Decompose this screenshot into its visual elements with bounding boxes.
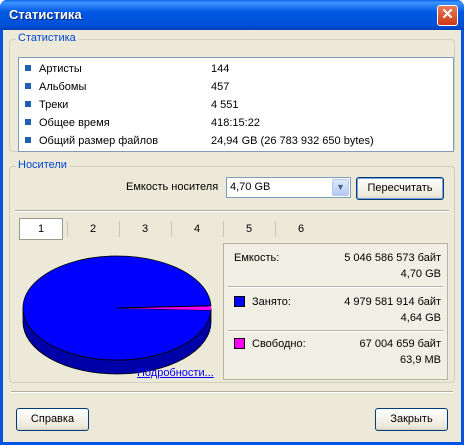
tab-disc-1[interactable]: 1	[19, 218, 63, 240]
statistics-list: Артисты 144 Альбомы 457 Треки 4 551 Обще…	[18, 57, 454, 152]
stat-value: 418:15:22	[211, 117, 260, 129]
used-bytes: 4 979 581 914 байт	[344, 296, 441, 308]
statistics-group: Статистика Артисты 144 Альбомы 457 Треки…	[9, 32, 455, 152]
free-label: Свободно:	[252, 338, 306, 350]
stat-row-total-time: Общее время 418:15:22	[25, 115, 449, 132]
stat-value: 144	[211, 63, 230, 75]
statistics-window: Статистика ✕ Статистика Артисты 144 Альб…	[0, 0, 464, 445]
stat-label: Общее время	[39, 117, 110, 129]
free-bytes: 67 004 659 байт	[359, 338, 441, 350]
tab-disc-3[interactable]: 3	[119, 217, 171, 241]
used-label: Занято:	[252, 296, 291, 308]
stat-row-total-size: Общий размер файлов 24,94 GB (26 783 932…	[25, 133, 449, 150]
disc-tabs: 1 2 3 4 5 6	[15, 217, 335, 241]
capacity-info-panel: Емкость: 5 046 586 573 байт 4,70 GB Заня…	[223, 243, 448, 380]
close-window-button[interactable]: ✕	[437, 5, 458, 26]
tab-disc-5[interactable]: 5	[223, 217, 275, 241]
stat-label: Треки	[39, 99, 69, 111]
free-color-swatch	[234, 338, 245, 349]
stat-value: 24,94 GB (26 783 932 650 bytes)	[211, 135, 374, 147]
bullet-icon	[25, 83, 31, 89]
help-button[interactable]: Справка	[16, 408, 89, 431]
stat-label: Альбомы	[39, 81, 87, 93]
stat-row-albums: Альбомы 457	[25, 79, 449, 96]
footer-separator	[11, 391, 453, 393]
tab-disc-6[interactable]: 6	[275, 217, 327, 241]
disc-usage-pie-chart	[22, 255, 212, 375]
statistics-group-title: Статистика	[16, 32, 78, 44]
stat-value: 457	[211, 81, 230, 93]
tab-disc-2[interactable]: 2	[67, 217, 119, 241]
stat-label: Общий размер файлов	[39, 135, 159, 147]
tab-disc-4[interactable]: 4	[171, 217, 223, 241]
bullet-icon	[25, 65, 31, 71]
capacity-info-label: Емкость:	[234, 252, 280, 264]
bullet-icon	[25, 101, 31, 107]
bullet-icon	[25, 119, 31, 125]
info-separator	[228, 286, 443, 288]
capacity-bytes: 5 046 586 573 байт	[344, 252, 441, 264]
dialog-body: Статистика Артисты 144 Альбомы 457 Треки…	[3, 30, 461, 442]
details-link[interactable]: Подробности...	[137, 367, 214, 379]
used-color-swatch	[234, 296, 245, 307]
media-group-title: Носители	[16, 159, 69, 171]
window-title: Статистика	[9, 7, 82, 22]
close-button[interactable]: Закрыть	[375, 408, 448, 431]
capacity-human: 4,70 GB	[400, 268, 441, 280]
bullet-icon	[25, 137, 31, 143]
tab-separator	[15, 210, 449, 212]
capacity-select[interactable]: 4,70 GB ▼	[226, 177, 351, 198]
free-human: 63,9 MB	[400, 354, 441, 366]
info-separator	[228, 330, 443, 332]
chevron-down-icon[interactable]: ▼	[332, 179, 349, 196]
title-bar[interactable]: Статистика ✕	[0, 0, 464, 30]
stat-row-tracks: Треки 4 551	[25, 97, 449, 114]
stat-value: 4 551	[211, 99, 239, 111]
capacity-label: Емкость носителя	[126, 181, 219, 193]
stat-label: Артисты	[39, 63, 82, 75]
recalculate-button[interactable]: Пересчитать	[356, 177, 444, 200]
capacity-select-value: 4,70 GB	[230, 181, 271, 193]
used-human: 4,64 GB	[400, 312, 441, 324]
stat-row-artists: Артисты 144	[25, 61, 449, 78]
